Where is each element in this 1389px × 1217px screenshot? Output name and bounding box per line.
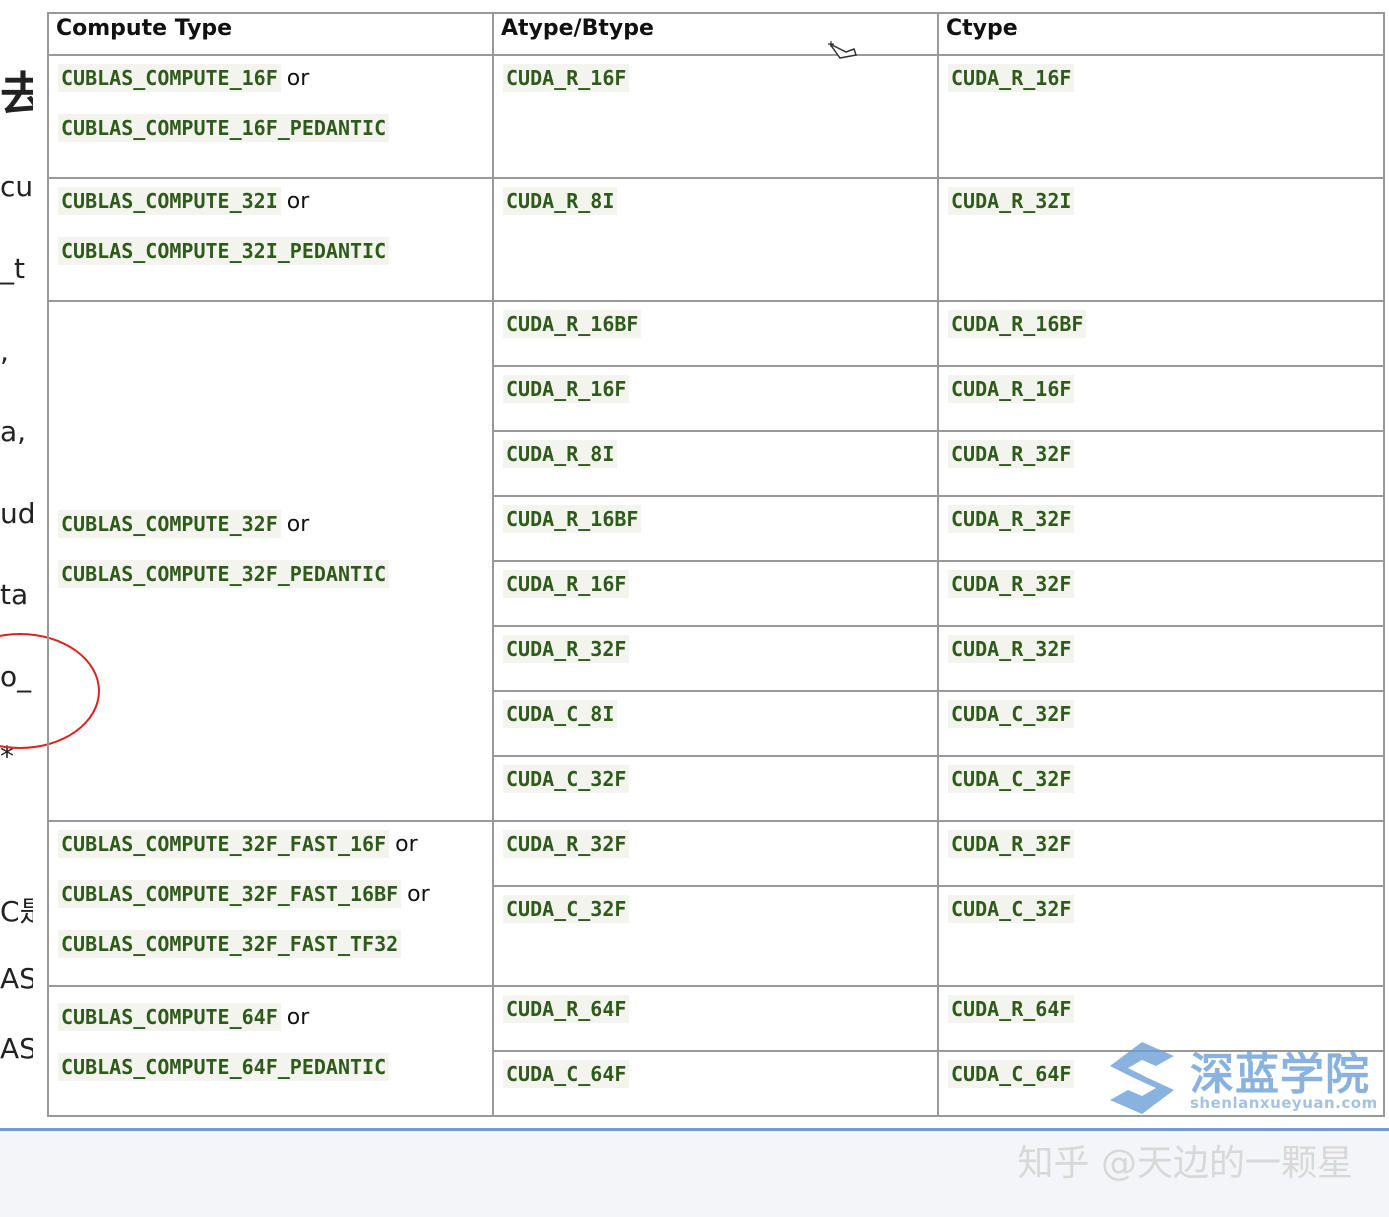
shenlan-logo-icon (1110, 1042, 1174, 1114)
compute-type-cell: CUBLAS_COMPUTE_16F or CUBLAS_COMPUTE_16F_… (47, 54, 494, 179)
ab-type-code: CUDA_C_32F (503, 895, 630, 923)
c-type-code: CUDA_C_64F (948, 1060, 1075, 1088)
c-type-cell: CUDA_R_16BF (937, 300, 1385, 367)
ab-type-code: CUDA_R_8I (503, 187, 618, 215)
c-type-cell: CUDA_C_32F (937, 885, 1385, 987)
c-type-code: CUDA_R_16F (948, 64, 1075, 92)
ab-type-cell: CUDA_C_32F (492, 885, 939, 987)
ab-type-cell: CUDA_R_16BF (492, 495, 939, 562)
compute-type-code: CUBLAS_COMPUTE_32F_FAST_TF32 (58, 930, 402, 958)
header-atype-btype: Atype/Btype (492, 12, 939, 56)
compute-type-cell: CUBLAS_COMPUTE_64F or CUBLAS_COMPUTE_64F_… (47, 985, 494, 1117)
ab-type-cell: CUDA_R_16F (492, 54, 939, 179)
compute-type-table: Compute Type Atype/Btype Ctype CUBLAS_CO… (47, 12, 1385, 1117)
ab-type-cell: CUDA_R_32F (492, 625, 939, 692)
or-text: or (286, 66, 310, 91)
compute-type-cell: CUBLAS_COMPUTE_32I or CUBLAS_COMPUTE_32I_… (47, 177, 494, 302)
table-row: CUBLAS_COMPUTE_16F or CUBLAS_COMPUTE_16F_… (47, 54, 1385, 179)
c-type-cell: CUDA_C_32F (937, 755, 1385, 822)
left-text-fragment: a, (0, 415, 27, 448)
or-text: or (286, 1005, 310, 1030)
c-type-code: CUDA_R_16BF (948, 310, 1087, 338)
compute-type-code: CUBLAS_COMPUTE_32F_FAST_16F (58, 830, 390, 858)
c-type-cell: CUDA_R_32F (937, 820, 1385, 887)
c-type-code: CUDA_R_32F (948, 505, 1075, 533)
ab-type-cell: CUDA_R_8I (492, 430, 939, 497)
left-text-fragment: ta (0, 578, 29, 611)
ab-type-cell: CUDA_R_8I (492, 177, 939, 302)
logo-name: 深蓝学院 (1190, 1049, 1370, 1100)
or-text: or (286, 189, 310, 214)
c-type-cell: CUDA_R_32F (937, 430, 1385, 497)
compute-type-code: CUBLAS_COMPUTE_32F_FAST_16BF (58, 880, 402, 908)
zhihu-watermark: 知乎 @天边的一颗星 (1017, 1143, 1353, 1184)
ab-type-cell: CUDA_R_16F (492, 560, 939, 627)
or-text: or (407, 882, 430, 907)
ab-type-code: CUDA_R_8I (503, 440, 618, 468)
table-row: CUBLAS_COMPUTE_32F or CUBLAS_COMPUTE_32F_… (47, 300, 1385, 822)
or-text: or (286, 512, 310, 537)
ab-type-cell: CUDA_R_16BF (492, 300, 939, 367)
c-type-cell: CUDA_R_32F (937, 625, 1385, 692)
pointer-cursor-icon (828, 40, 858, 67)
c-type-code: CUDA_R_32F (948, 440, 1075, 468)
left-text-fragment: , (0, 335, 9, 368)
ab-type-cell: CUDA_C_32F (492, 755, 939, 822)
left-text-fragment: AS (0, 1032, 37, 1065)
margin-gap (33, 0, 47, 1128)
c-type-code: CUDA_C_32F (948, 765, 1075, 793)
ab-type-cell: CUDA_C_8I (492, 690, 939, 757)
logo-domain: shenlanxueyuan.com (1190, 1094, 1378, 1112)
ab-type-code: CUDA_R_16F (503, 570, 630, 598)
c-type-cell: CUDA_C_32F (937, 690, 1385, 757)
left-text-fragment: _t (0, 252, 25, 285)
c-type-code: CUDA_R_64F (948, 995, 1075, 1023)
table-row: CUBLAS_COMPUTE_32F_FAST_16F or CUBLAS_COM… (47, 820, 1385, 987)
compute-type-code: CUBLAS_COMPUTE_32F (58, 510, 281, 538)
shenlan-logo: 深蓝学院 shenlanxueyuan.com (1104, 1038, 1384, 1122)
compute-type-code: CUBLAS_COMPUTE_32I_PEDANTIC (58, 237, 390, 265)
ab-type-code: CUDA_C_64F (503, 1060, 630, 1088)
compute-type-code: CUBLAS_COMPUTE_16F_PEDANTIC (58, 114, 390, 142)
or-text: or (395, 832, 418, 857)
ab-type-code: CUDA_R_16F (503, 64, 630, 92)
c-type-code: CUDA_C_32F (948, 895, 1075, 923)
ab-type-code: CUDA_C_8I (503, 700, 618, 728)
left-text-fragment: ud (0, 497, 36, 530)
c-type-cell: CUDA_R_16F (937, 365, 1385, 432)
ab-type-cell: CUDA_R_16F (492, 365, 939, 432)
compute-type-code: CUBLAS_COMPUTE_64F_PEDANTIC (58, 1053, 390, 1081)
header-compute-type: Compute Type (47, 12, 494, 56)
header-ctype: Ctype (937, 12, 1385, 56)
c-type-code: CUDA_R_32F (948, 635, 1075, 663)
ab-type-code: CUDA_R_16BF (503, 505, 642, 533)
ab-type-code: CUDA_R_16F (503, 375, 630, 403)
compute-type-code: CUBLAS_COMPUTE_16F (58, 64, 281, 92)
ab-type-cell: CUDA_R_64F (492, 985, 939, 1052)
compute-type-cell: CUBLAS_COMPUTE_32F or CUBLAS_COMPUTE_32F_… (47, 300, 494, 822)
ab-type-cell: CUDA_C_64F (492, 1050, 939, 1117)
c-type-code: CUDA_C_32F (948, 700, 1075, 728)
c-type-cell: CUDA_R_32F (937, 560, 1385, 627)
c-type-cell: CUDA_R_16F (937, 54, 1385, 179)
compute-type-code: CUBLAS_COMPUTE_64F (58, 1003, 281, 1031)
c-type-code: CUDA_R_16F (948, 375, 1075, 403)
ab-type-code: CUDA_R_32F (503, 830, 630, 858)
compute-type-code: CUBLAS_COMPUTE_32F_PEDANTIC (58, 560, 390, 588)
compute-type-cell: CUBLAS_COMPUTE_32F_FAST_16F or CUBLAS_COM… (47, 820, 494, 987)
table-row: CUBLAS_COMPUTE_32I or CUBLAS_COMPUTE_32I_… (47, 177, 1385, 302)
table-header-row: Compute Type Atype/Btype Ctype (47, 12, 1385, 56)
c-type-cell: CUDA_R_32F (937, 495, 1385, 562)
ab-type-cell: CUDA_R_32F (492, 820, 939, 887)
compute-type-code: CUBLAS_COMPUTE_32I (58, 187, 281, 215)
c-type-code: CUDA_R_32F (948, 570, 1075, 598)
ab-type-code: CUDA_R_64F (503, 995, 630, 1023)
ab-type-code: CUDA_R_32F (503, 635, 630, 663)
left-text-fragment: AS (0, 962, 37, 995)
c-type-cell: CUDA_R_32I (937, 177, 1385, 302)
ab-type-code: CUDA_R_16BF (503, 310, 642, 338)
c-type-code: CUDA_R_32I (948, 187, 1075, 215)
c-type-code: CUDA_R_32F (948, 830, 1075, 858)
ab-type-code: CUDA_C_32F (503, 765, 630, 793)
